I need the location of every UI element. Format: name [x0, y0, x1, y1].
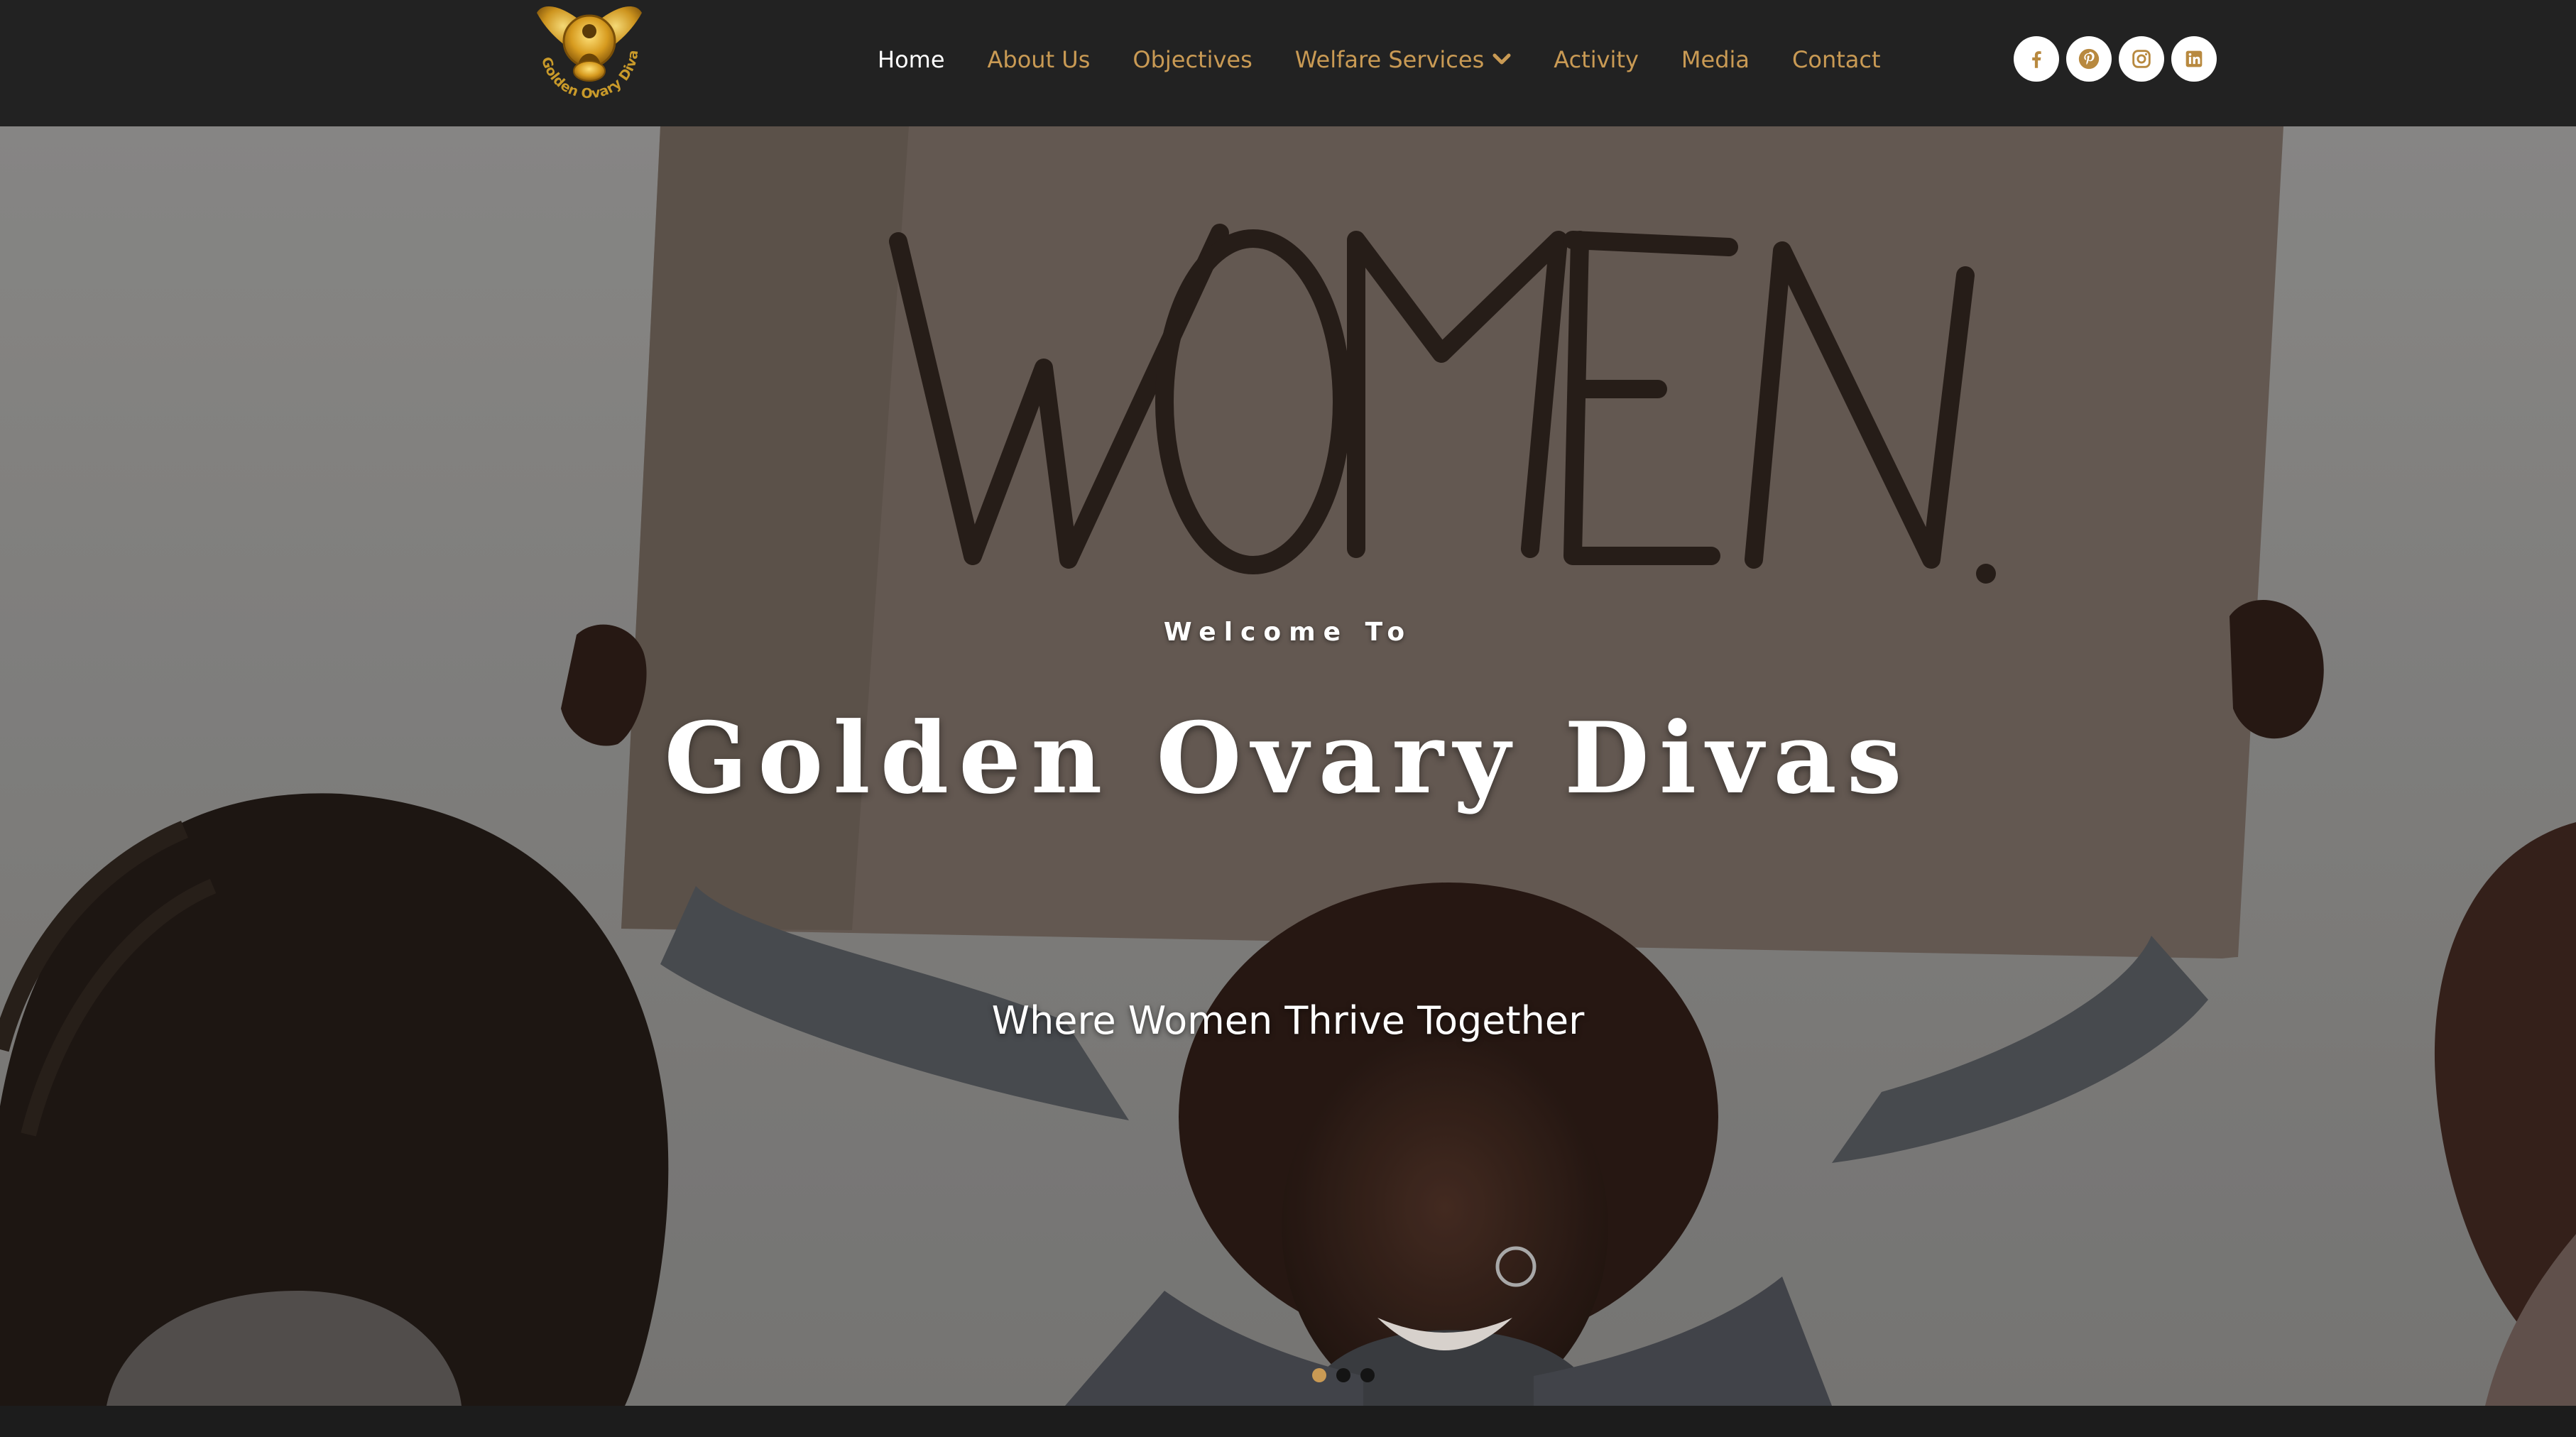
hero-title: Golden Ovary Divas	[664, 700, 1912, 816]
nav-activity[interactable]: Activity	[1554, 46, 1639, 73]
page-bottom-strip	[0, 1406, 2576, 1437]
nav-objectives-label: Objectives	[1133, 46, 1252, 73]
slider-dot-2[interactable]	[1336, 1368, 1350, 1382]
slider-dot-1[interactable]	[1312, 1368, 1326, 1382]
social-links	[2014, 36, 2217, 82]
nav-about-us[interactable]: About Us	[988, 46, 1091, 73]
pinterest-link[interactable]	[2066, 36, 2112, 82]
nav-media[interactable]: Media	[1681, 46, 1750, 73]
pinterest-icon	[2078, 48, 2100, 70]
main-nav: Home About Us Objectives Welfare Service…	[878, 37, 1881, 82]
nav-objectives[interactable]: Objectives	[1133, 46, 1252, 73]
site-logo[interactable]: Golden Ovary Divas	[531, 0, 648, 122]
hero-tagline: Where Women Thrive Together	[991, 998, 1585, 1043]
facebook-icon	[2032, 51, 2041, 68]
hero-slider: Welcome To Golden Ovary Divas Where Wome…	[0, 126, 2576, 1406]
nav-contact[interactable]: Contact	[1792, 46, 1881, 73]
linkedin-link[interactable]	[2171, 36, 2217, 82]
nav-home[interactable]: Home	[878, 46, 945, 73]
instagram-link[interactable]	[2119, 36, 2164, 82]
linkedin-icon	[2185, 50, 2203, 67]
facebook-link[interactable]	[2014, 36, 2059, 82]
nav-home-label: Home	[878, 46, 945, 73]
nav-about-us-label: About Us	[987, 46, 1091, 73]
nav-contact-label: Contact	[1792, 46, 1881, 73]
chevron-down-icon	[1492, 53, 1511, 65]
slider-dot-3[interactable]	[1360, 1368, 1375, 1382]
hero-welcome-text: Welcome To	[1163, 618, 1413, 647]
nav-welfare-services-label: Welfare Services	[1294, 46, 1485, 73]
instagram-icon	[2132, 50, 2151, 68]
site-header: Golden Ovary Divas Home About Us Objecti…	[0, 0, 2576, 126]
nav-media-label: Media	[1681, 46, 1750, 73]
slider-pagination	[1312, 1368, 1375, 1382]
nav-welfare-services[interactable]: Welfare Services	[1295, 46, 1511, 73]
nav-activity-label: Activity	[1554, 46, 1639, 73]
